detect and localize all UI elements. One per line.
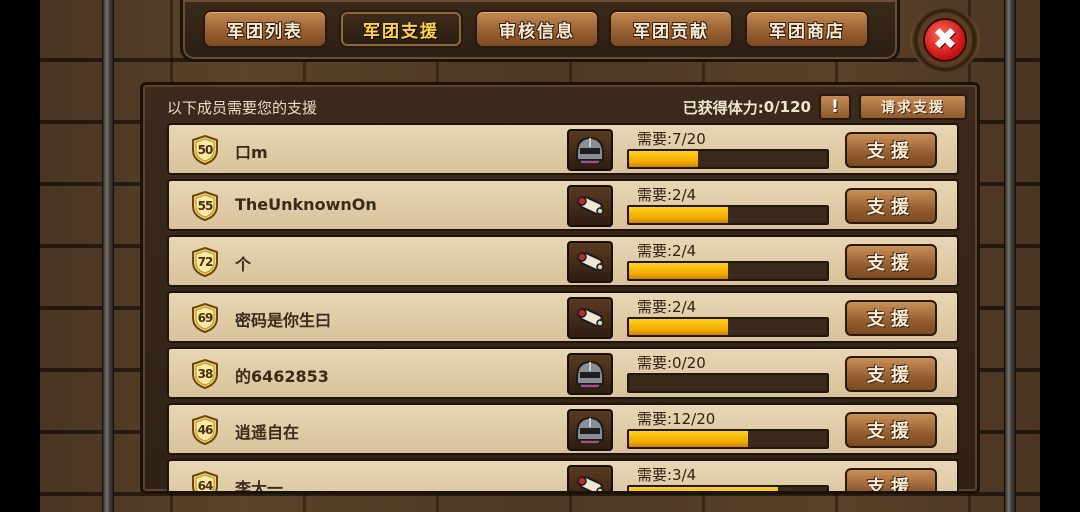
- support-button[interactable]: 支援: [845, 356, 937, 392]
- member-name: 密码是你生曰: [235, 311, 332, 330]
- member-level: 50: [197, 143, 214, 157]
- member-row: 72 个 需要:2/4 支援: [167, 235, 959, 287]
- stamina-value: 0/120: [763, 98, 811, 116]
- member-name: 逍遥自在: [235, 423, 300, 442]
- member-name: 个: [235, 255, 252, 274]
- scroll-icon: [567, 185, 613, 227]
- support-prompt: 以下成员需要您的支援: [167, 98, 318, 117]
- progress-fill: [629, 207, 728, 223]
- support-button[interactable]: 支援: [845, 300, 937, 336]
- support-progress-bar: [627, 317, 829, 337]
- support-button[interactable]: 支援: [845, 132, 937, 168]
- progress-fill: [629, 319, 728, 335]
- tab-bar: 军团列表 军团支援 审核信息 军团贡献 军团商店: [180, 0, 900, 62]
- scroll-icon: [567, 465, 613, 491]
- member-row: 64 李大一 需要:3/4 支援: [167, 459, 959, 491]
- member-name: 口m: [235, 143, 268, 162]
- progress-fill: [629, 487, 778, 491]
- member-row: 69 密码是你生曰 需要:2/4 支援: [167, 291, 959, 343]
- right-metal-pillar: [1004, 0, 1016, 512]
- member-level: 69: [197, 311, 214, 325]
- info-button[interactable]: !: [819, 94, 851, 120]
- tab-legion-shop[interactable]: 军团商店: [745, 10, 869, 48]
- need-label: 需要:2/4: [637, 186, 697, 204]
- progress-fill: [629, 151, 699, 167]
- member-name: 李大一: [235, 479, 284, 491]
- tab-legion-list[interactable]: 军团列表: [203, 10, 327, 48]
- level-badge-icon: 55: [189, 190, 221, 222]
- member-level: 46: [197, 423, 214, 437]
- scroll-icon: [567, 297, 613, 339]
- support-progress-bar: [627, 429, 829, 449]
- support-button[interactable]: 支援: [845, 244, 937, 280]
- need-label: 需要:2/4: [637, 298, 697, 316]
- member-level: 55: [197, 199, 214, 213]
- need-label: 需要:2/4: [637, 242, 697, 260]
- support-panel: 以下成员需要您的支援 已获得体力: 0/120 ! 请求支援 50 口m 需要:7/…: [140, 82, 980, 494]
- member-level: 64: [197, 479, 214, 491]
- need-label: 需要:0/20: [637, 354, 706, 372]
- member-row: 55 TheUnknownOn 需要:2/4 支援: [167, 179, 959, 231]
- level-badge-icon: 50: [189, 134, 221, 166]
- support-progress-bar: [627, 485, 829, 491]
- member-level: 72: [197, 255, 214, 269]
- level-badge-icon: 69: [189, 302, 221, 334]
- level-badge-icon: 46: [189, 414, 221, 446]
- level-badge-icon: 72: [189, 246, 221, 278]
- tab-legion-contribution[interactable]: 军团贡献: [609, 10, 733, 48]
- member-name: TheUnknownOn: [235, 195, 377, 214]
- stamina-label: 已获得体力:: [682, 98, 764, 117]
- helmet-icon: [567, 353, 613, 395]
- support-progress-bar: [627, 373, 829, 393]
- progress-fill: [629, 263, 728, 279]
- support-progress-bar: [627, 205, 829, 225]
- support-button[interactable]: 支援: [845, 188, 937, 224]
- member-list[interactable]: 50 口m 需要:7/20 支援 55 TheUnknownOn 需要:2/4 支援 72 个需要…: [167, 123, 959, 491]
- member-row: 46 逍遥自在 需要:12/20 支援: [167, 403, 959, 455]
- left-metal-pillar: [102, 0, 114, 512]
- tab-legion-support[interactable]: 军团支援: [339, 10, 463, 48]
- close-icon: ✖: [923, 18, 967, 62]
- level-badge-icon: 38: [189, 358, 221, 390]
- helmet-icon: [567, 409, 613, 451]
- request-support-button[interactable]: 请求支援: [859, 94, 967, 120]
- need-label: 需要:12/20: [637, 410, 716, 428]
- need-label: 需要:3/4: [637, 466, 697, 484]
- panel-header: 以下成员需要您的支援 已获得体力: 0/120 ! 请求支援: [167, 93, 967, 121]
- helmet-icon: [567, 129, 613, 171]
- member-name: 的6462853: [235, 367, 329, 386]
- member-row: 50 口m 需要:7/20 支援: [167, 123, 959, 175]
- need-label: 需要:7/20: [637, 130, 706, 148]
- level-badge-icon: 64: [189, 470, 221, 491]
- support-button[interactable]: 支援: [845, 468, 937, 491]
- tab-review-info[interactable]: 审核信息: [475, 10, 599, 48]
- scroll-icon: [567, 241, 613, 283]
- support-progress-bar: [627, 261, 829, 281]
- member-level: 38: [197, 367, 214, 381]
- progress-fill: [629, 431, 748, 447]
- support-button[interactable]: 支援: [845, 412, 937, 448]
- member-row: 38 的6462853 需要:0/20 支援: [167, 347, 959, 399]
- support-progress-bar: [627, 149, 829, 169]
- close-button[interactable]: ✖: [910, 8, 980, 72]
